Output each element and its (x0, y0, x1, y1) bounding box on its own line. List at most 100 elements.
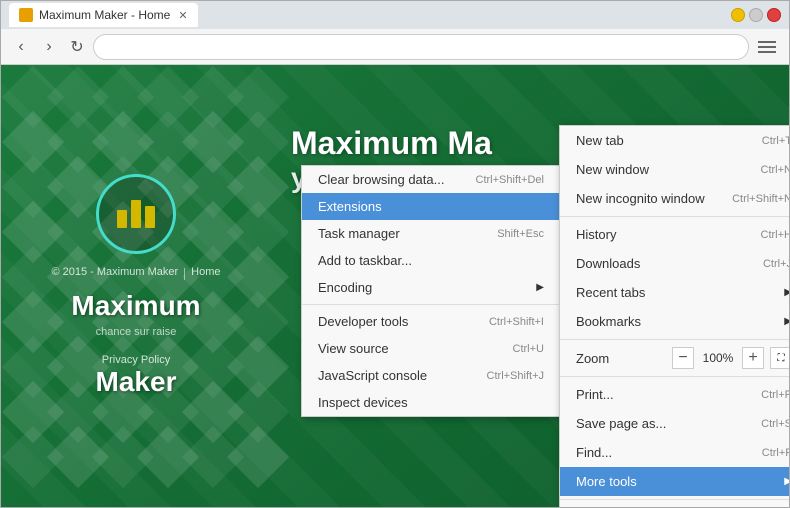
menu-item-label: New window (576, 162, 649, 177)
chrome-menu-button[interactable] (753, 33, 781, 61)
menu-item-label: Inspect devices (318, 395, 408, 410)
menu-item-view-source[interactable]: View source Ctrl+U (302, 335, 560, 362)
menu-item-add-taskbar[interactable]: Add to taskbar... (302, 247, 560, 274)
close-button[interactable] (767, 8, 781, 22)
logo-bars (117, 200, 155, 228)
menu-item-label: Developer tools (318, 314, 408, 329)
menu-shortcut: Ctrl+N (761, 164, 789, 176)
bar-3 (145, 206, 155, 228)
menu-item-javascript-console[interactable]: JavaScript console Ctrl+Shift+J (302, 362, 560, 389)
menu-shortcut: Ctrl+S (761, 418, 789, 430)
maximize-button[interactable] (749, 8, 763, 22)
zoom-value: 100% (700, 351, 736, 365)
menu-item-label: View source (318, 341, 389, 356)
zoom-fullscreen-button[interactable]: ⛶ (770, 347, 789, 369)
menu-item-label: Find... (576, 445, 612, 460)
menu-item-label: Encoding (318, 280, 372, 295)
bar-1 (117, 210, 127, 228)
zoom-in-button[interactable]: + (742, 347, 764, 369)
edit-row: Edit Cut Copy Paste (560, 503, 789, 507)
menu-shortcut: Ctrl+Shift+I (489, 316, 544, 328)
menu-shortcut: Ctrl+P (761, 389, 789, 401)
menu-item-label: Clear browsing data... (318, 172, 444, 187)
menu-separator (560, 216, 789, 217)
menu-item-label: More tools (576, 474, 637, 489)
menu-shortcut: Ctrl+J (763, 258, 789, 270)
page-left-content: © 2015 - Maximum Maker Home Maximum chan… (1, 65, 271, 507)
privacy-policy-link[interactable]: Privacy Policy (102, 354, 170, 366)
menu-item-label: Save page as... (576, 416, 666, 431)
menu-item-bookmarks[interactable]: Bookmarks ▶ (560, 307, 789, 336)
menu-item-label: Extensions (318, 199, 382, 214)
menu-item-history[interactable]: History Ctrl+H (560, 220, 789, 249)
tab-title: Maximum Maker - Home (39, 8, 170, 22)
menu-item-downloads[interactable]: Downloads Ctrl+J (560, 249, 789, 278)
menu-item-print[interactable]: Print... Ctrl+P (560, 380, 789, 409)
menu-item-label: JavaScript console (318, 368, 427, 383)
minimize-button[interactable] (731, 8, 745, 22)
menu-shortcut: Ctrl+Shift+J (487, 370, 544, 382)
title-bar: Maximum Maker - Home ✕ (1, 1, 789, 29)
menu-item-recent-tabs[interactable]: Recent tabs ▶ (560, 278, 789, 307)
menu-separator (560, 499, 789, 500)
menu-item-task-manager[interactable]: Task manager Shift+Esc (302, 220, 560, 247)
browser-window: Maximum Maker - Home ✕ ‹ › ↻ (0, 0, 790, 508)
menu-separator (302, 304, 560, 305)
separator (184, 268, 185, 280)
menu-line (758, 46, 776, 48)
menu-item-find[interactable]: Find... Ctrl+F (560, 438, 789, 467)
right-context-menu: New tab Ctrl+T New window Ctrl+N New inc… (559, 125, 789, 507)
arrow-right-icon: ▶ (784, 476, 789, 487)
forward-button[interactable]: › (37, 35, 61, 59)
menu-item-developer-tools[interactable]: Developer tools Ctrl+Shift+I (302, 308, 560, 335)
menu-item-new-incognito[interactable]: New incognito window Ctrl+Shift+N (560, 184, 789, 213)
menu-item-label: Task manager (318, 226, 400, 241)
menu-line (758, 51, 776, 53)
menu-item-inspect-devices[interactable]: Inspect devices (302, 389, 560, 416)
tab-close-button[interactable]: ✕ (178, 9, 187, 22)
home-link[interactable]: Home (191, 266, 220, 278)
menu-line (758, 41, 776, 43)
menu-item-label: History (576, 227, 616, 242)
menu-shortcut: Ctrl+H (761, 229, 789, 241)
menu-item-extensions[interactable]: Extensions (302, 193, 560, 220)
zoom-label: Zoom (576, 351, 609, 366)
zoom-controls: − 100% + ⛶ (672, 347, 789, 369)
copyright-text: © 2015 - Maximum Maker (51, 266, 178, 278)
zoom-out-button[interactable]: − (672, 347, 694, 369)
back-button[interactable]: ‹ (9, 35, 33, 59)
left-context-menu: Clear browsing data... Ctrl+Shift+Del Ex… (301, 165, 561, 417)
menu-item-label: Downloads (576, 256, 640, 271)
address-bar[interactable] (93, 34, 749, 60)
content-area: P © 2015 - Maximum Maker Home Maximum ch… (1, 65, 789, 507)
arrow-right-icon: ▶ (536, 282, 544, 293)
arrow-right-icon: ▶ (784, 316, 789, 327)
page-title-maker: Maker (96, 366, 177, 398)
menu-shortcut: Ctrl+Shift+Del (476, 174, 544, 186)
browser-toolbar: ‹ › ↻ (1, 29, 789, 65)
menu-item-label: New tab (576, 133, 624, 148)
arrow-right-icon: ▶ (784, 287, 789, 298)
menu-item-new-tab[interactable]: New tab Ctrl+T (560, 126, 789, 155)
bar-2 (131, 200, 141, 228)
page-subtitle: chance sur raise (96, 326, 177, 338)
menu-separator (560, 376, 789, 377)
menu-shortcut: Ctrl+F (762, 447, 789, 459)
menu-shortcut: Ctrl+U (513, 343, 544, 355)
menu-item-encoding[interactable]: Encoding ▶ (302, 274, 560, 301)
zoom-control-row: Zoom − 100% + ⛶ (560, 343, 789, 373)
menu-item-new-window[interactable]: New window Ctrl+N (560, 155, 789, 184)
browser-tab[interactable]: Maximum Maker - Home ✕ (9, 3, 198, 27)
menu-item-save-page[interactable]: Save page as... Ctrl+S (560, 409, 789, 438)
menu-item-more-tools[interactable]: More tools ▶ (560, 467, 789, 496)
page-background: P © 2015 - Maximum Maker Home Maximum ch… (1, 65, 789, 507)
window-controls (731, 8, 781, 22)
menu-item-label: Print... (576, 387, 614, 402)
menu-item-label: Recent tabs (576, 285, 645, 300)
menu-separator (560, 339, 789, 340)
menu-item-label: New incognito window (576, 191, 705, 206)
menu-item-label: Add to taskbar... (318, 253, 412, 268)
menu-shortcut: Ctrl+T (762, 135, 789, 147)
menu-item-clear-browsing[interactable]: Clear browsing data... Ctrl+Shift+Del (302, 166, 560, 193)
reload-button[interactable]: ↻ (65, 35, 89, 59)
